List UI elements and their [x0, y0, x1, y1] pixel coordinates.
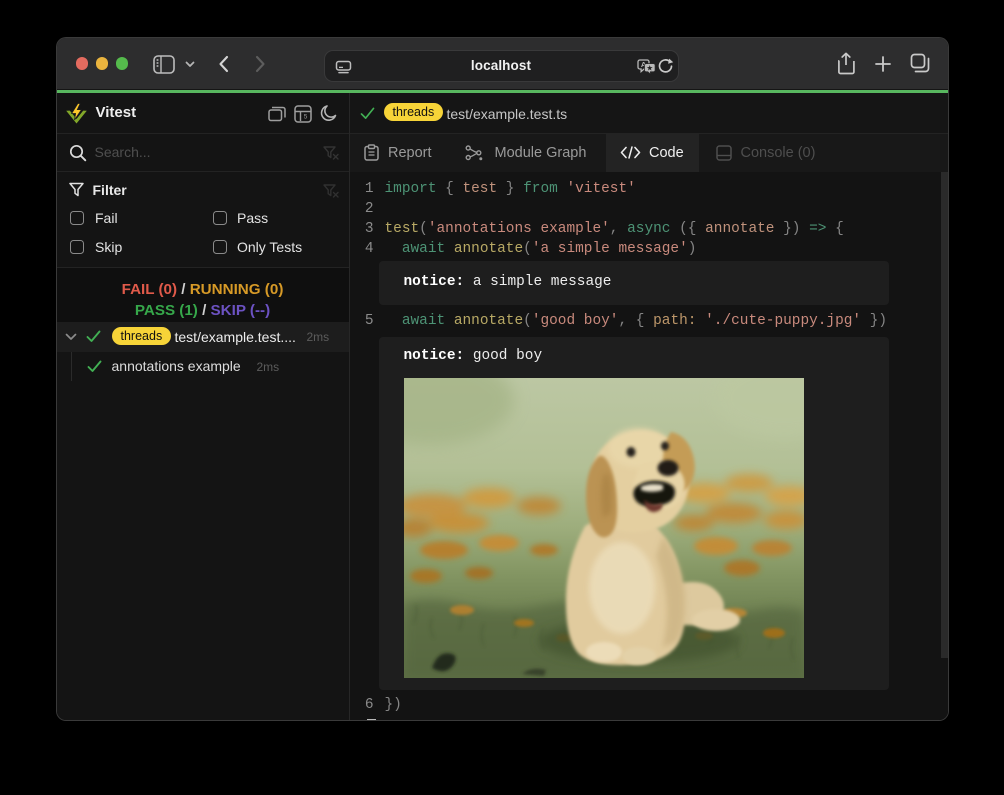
svg-text:★: ★	[646, 63, 653, 72]
svg-text:5: 5	[303, 113, 307, 120]
